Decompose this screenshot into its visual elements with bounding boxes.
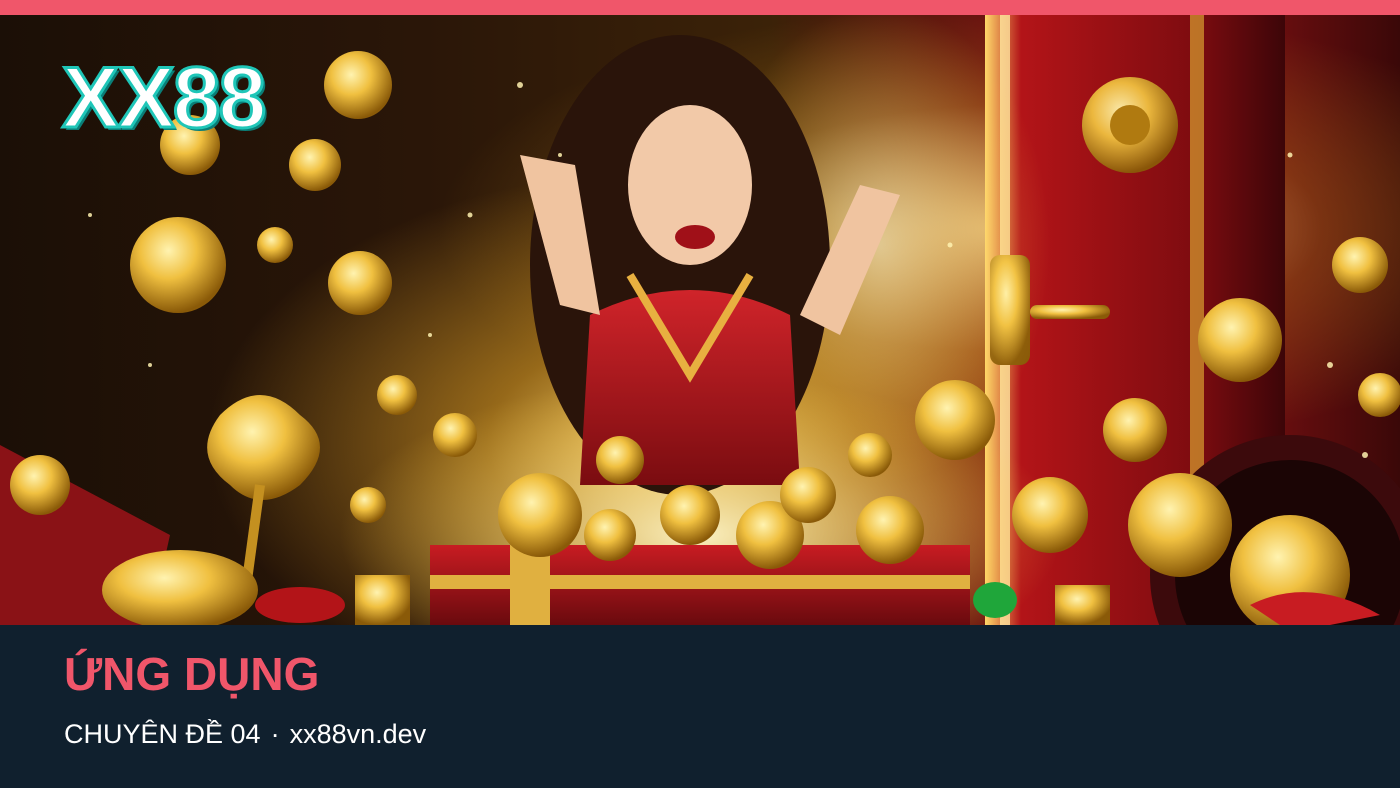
separator-dot: · [270,719,280,749]
hero-image: XX88 [0,15,1400,625]
accent-top-bar [0,0,1400,15]
topic-label: CHUYÊN ĐỀ 04 [64,719,261,749]
banner-page: XX88 ỨNG DỤNG CHUYÊN ĐỀ 04 · xx88vn.dev [0,0,1400,788]
info-panel: ỨNG DỤNG CHUYÊN ĐỀ 04 · xx88vn.dev [0,625,1400,788]
brand-logo: XX88 [60,50,267,146]
domain-label: xx88vn.dev [289,719,427,749]
section-title: ỨNG DỤNG [64,648,320,700]
subtitle-row: CHUYÊN ĐỀ 04 · xx88vn.dev [64,721,426,748]
